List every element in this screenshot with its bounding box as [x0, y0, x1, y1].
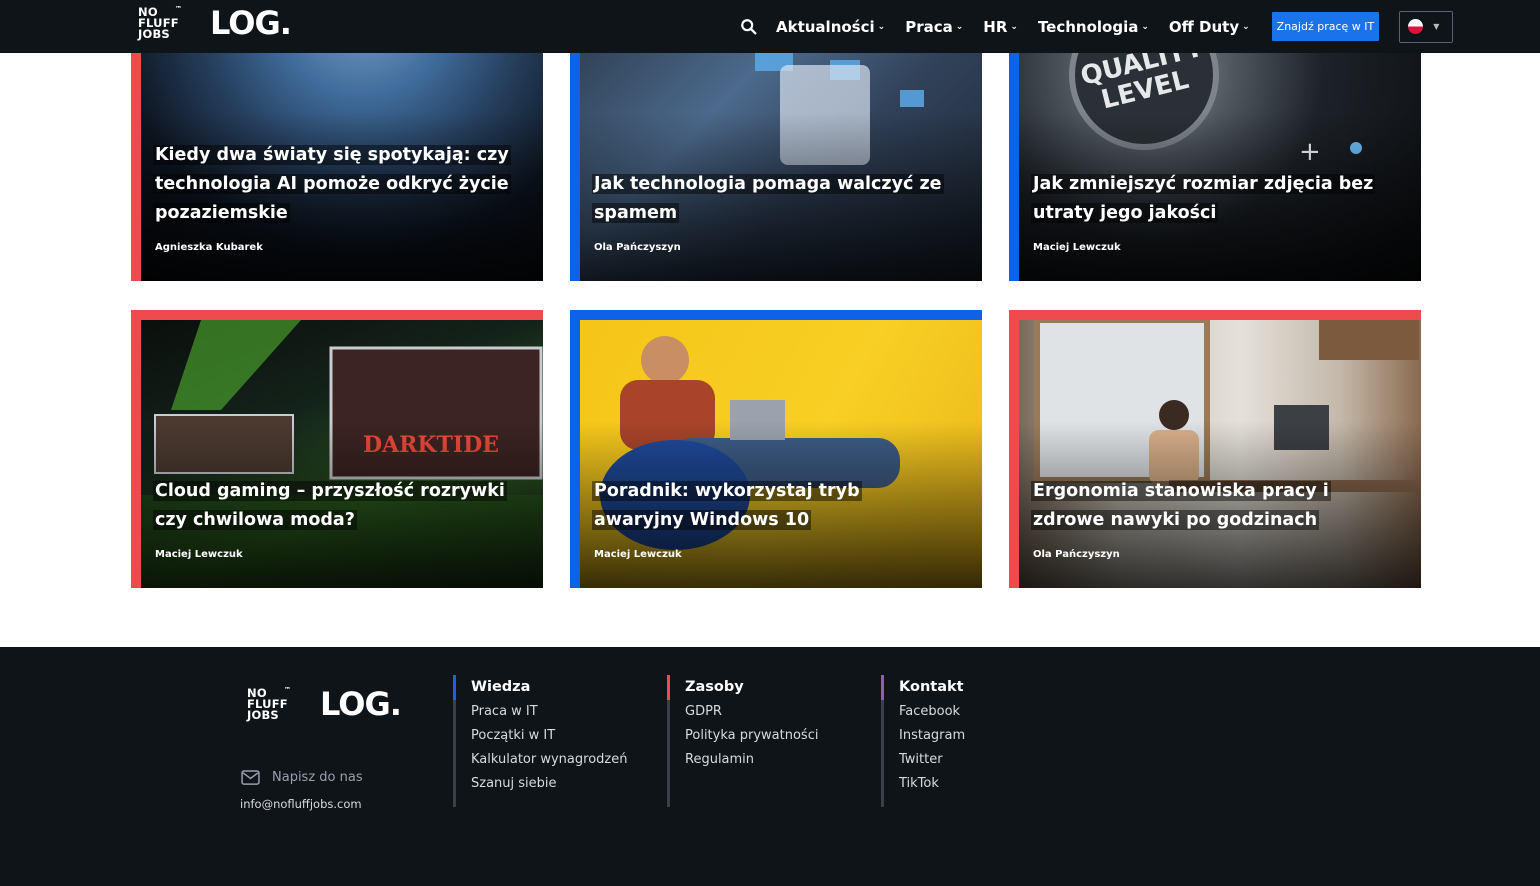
nav-item-technologia[interactable]: Technologia ⌄: [1038, 18, 1149, 36]
article-title[interactable]: Cloud gaming – przyszłość rozrywki czy c…: [153, 477, 513, 535]
footer-column-zasoby: Zasoby GDPR Polityka prywatności Regulam…: [667, 675, 818, 807]
nav-item-hr[interactable]: HR ⌄: [983, 18, 1018, 36]
article-title[interactable]: Kiedy dwa światy się spotykają: czy tech…: [153, 141, 513, 228]
column-heading: Wiedza: [471, 679, 531, 695]
trademark-mark: ™: [284, 685, 292, 694]
footer-link[interactable]: Instagram: [899, 728, 965, 743]
nofluffjobs-logo: NO FLUFF JOBS ™: [138, 4, 190, 41]
article-author[interactable]: Ola Pańczyszyn: [594, 242, 681, 253]
column-divider: [453, 675, 456, 807]
article-card[interactable]: Ergonomia stanowiska pracy i zdrowe nawy…: [1009, 310, 1421, 588]
nav-item-label: Aktualności: [776, 17, 875, 36]
footer-link[interactable]: Praca w IT: [471, 704, 627, 719]
logo-line: JOBS: [247, 707, 279, 722]
article-title[interactable]: Ergonomia stanowiska pracy i zdrowe nawy…: [1031, 477, 1391, 535]
article-card[interactable]: Poradnik: wykorzystaj tryb awaryjny Wind…: [570, 310, 982, 588]
column-heading: Zasoby: [685, 679, 744, 695]
log-wordmark: LOG.: [320, 685, 402, 723]
article-author[interactable]: Ola Pańczyszyn: [1033, 549, 1120, 560]
nav-item-label: Technologia: [1037, 17, 1139, 36]
chevron-down-icon: ⌄: [1242, 21, 1250, 32]
mail-icon: [241, 770, 260, 785]
footer-link[interactable]: Kalkulator wynagrodzeń: [471, 752, 627, 767]
article-title[interactable]: Poradnik: wykorzystaj tryb awaryjny Wind…: [592, 477, 952, 535]
nav-item-praca[interactable]: Praca ⌄: [905, 18, 963, 36]
search-icon[interactable]: [740, 18, 758, 36]
footer-column-kontakt: Kontakt Facebook Instagram Twitter TikTo…: [881, 675, 965, 807]
main-nav: Aktualności ⌄ Praca ⌄ HR ⌄ Technologia ⌄…: [740, 0, 1454, 53]
article-author[interactable]: Maciej Lewczuk: [1033, 242, 1121, 253]
write-to-us[interactable]: Napisz do nas: [241, 770, 363, 785]
nav-item-label: HR: [983, 17, 1008, 36]
footer-link[interactable]: Polityka prywatności: [685, 728, 818, 743]
site-footer: NO FLUFF JOBS ™ LOG. Napisz do nas info@…: [0, 647, 1540, 886]
article-author[interactable]: Maciej Lewczuk: [155, 549, 243, 560]
caret-down-icon: ▼: [1433, 22, 1440, 31]
write-to-us-label: Napisz do nas: [272, 770, 363, 785]
chevron-down-icon: ⌄: [1141, 21, 1149, 32]
nofluffjobs-log-logo[interactable]: NO FLUFF JOBS ™ LOG.: [138, 4, 292, 42]
chevron-down-icon: ⌄: [1010, 21, 1018, 32]
footer-link[interactable]: Twitter: [899, 752, 965, 767]
logo-line: JOBS: [138, 26, 170, 41]
footer-link[interactable]: Początki w IT: [471, 728, 627, 743]
nofluffjobs-log-logo[interactable]: NO FLUFF JOBS ™ LOG.: [247, 685, 402, 723]
nav-item-label: Praca: [905, 17, 953, 36]
trademark-mark: ™: [175, 4, 183, 13]
footer-link[interactable]: Facebook: [899, 704, 965, 719]
chevron-down-icon: ⌄: [955, 21, 964, 32]
nav-item-off-duty[interactable]: Off Duty ⌄: [1169, 18, 1250, 36]
top-navbar: NO FLUFF JOBS ™ LOG. Aktualności ⌄ Praca…: [0, 0, 1540, 53]
nofluffjobs-logo: NO FLUFF JOBS ™: [247, 685, 299, 722]
contact-email-link[interactable]: info@nofluffjobs.com: [240, 797, 362, 811]
column-heading: Kontakt: [899, 679, 964, 695]
footer-link[interactable]: Regulamin: [685, 752, 818, 767]
footer-link[interactable]: Szanuj siebie: [471, 776, 627, 791]
column-divider: [667, 675, 670, 807]
article-title[interactable]: Jak zmniejszyć rozmiar zdjęcia bez utrat…: [1031, 170, 1391, 228]
nav-item-aktualnosci[interactable]: Aktualności ⌄: [776, 18, 885, 36]
article-author[interactable]: Agnieszka Kubarek: [155, 242, 263, 253]
article-card[interactable]: DARKTIDE Cloud gaming – przyszłość rozry…: [131, 310, 543, 588]
article-title[interactable]: Jak technologia pomaga walczyć ze spamem: [592, 170, 952, 228]
chevron-down-icon: ⌄: [877, 21, 886, 32]
log-wordmark: LOG.: [210, 4, 292, 42]
language-selector[interactable]: ▼: [1399, 10, 1454, 43]
footer-link[interactable]: GDPR: [685, 704, 818, 719]
footer-link[interactable]: TikTok: [899, 776, 965, 791]
column-divider: [881, 675, 884, 807]
article-author[interactable]: Maciej Lewczuk: [594, 549, 682, 560]
poland-flag-icon: [1408, 19, 1424, 34]
nav-item-label: Off Duty: [1168, 17, 1240, 36]
find-it-job-button[interactable]: Znajdź pracę w IT: [1271, 12, 1380, 41]
footer-column-wiedza: Wiedza Praca w IT Początki w IT Kalkulat…: [453, 675, 627, 807]
